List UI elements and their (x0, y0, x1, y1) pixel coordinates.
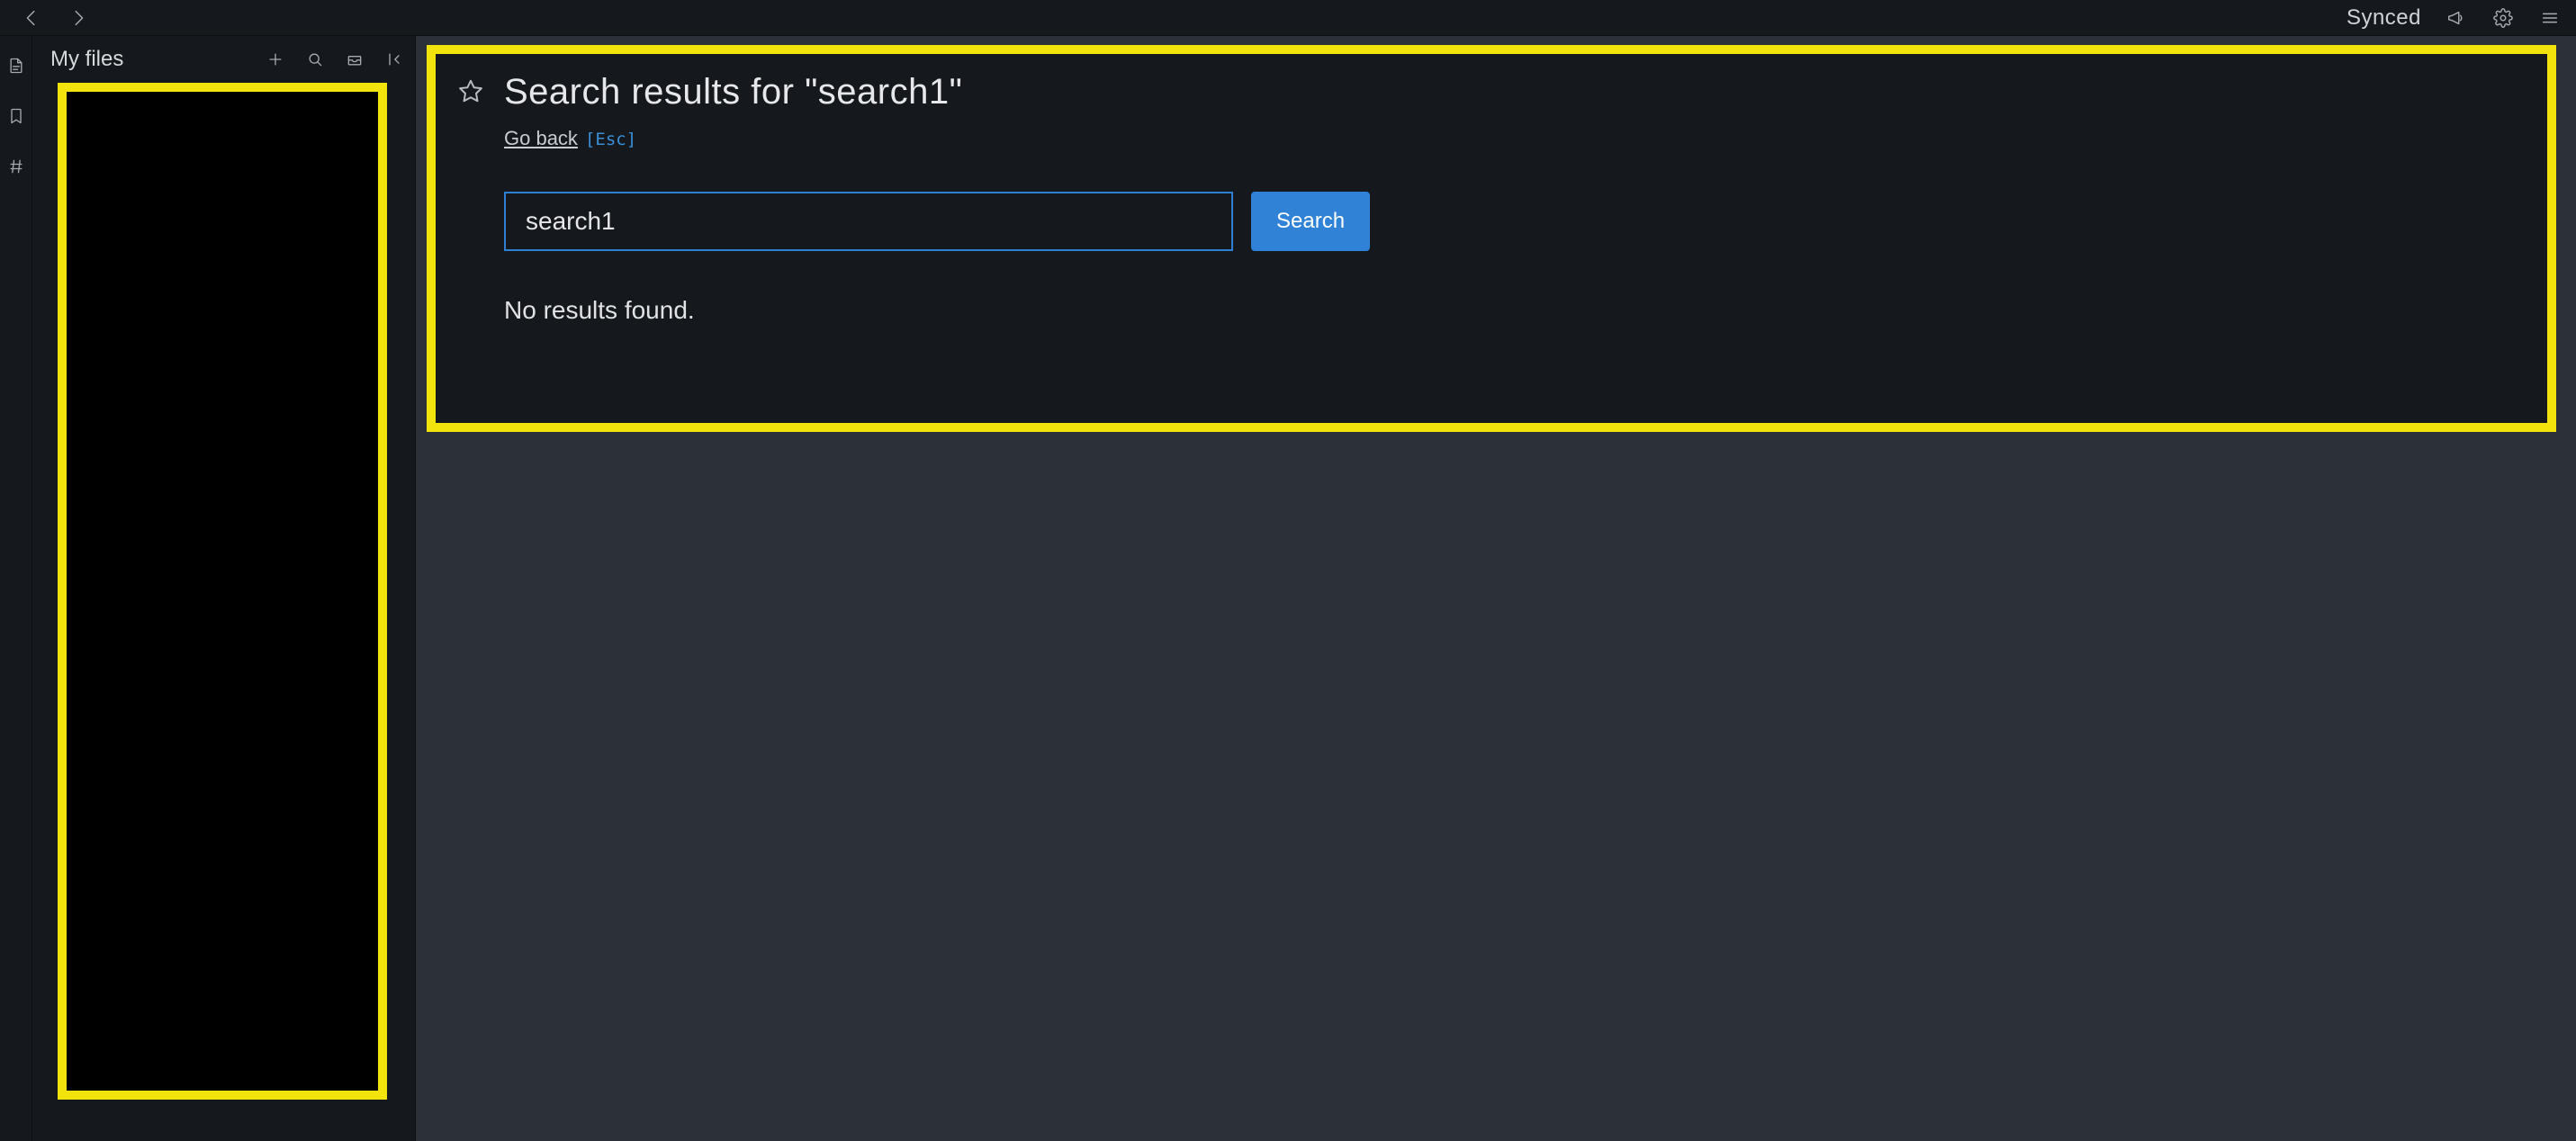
back-icon[interactable] (20, 6, 43, 30)
add-icon[interactable] (266, 49, 285, 69)
file-sidebar-actions (266, 49, 404, 69)
collapse-icon[interactable] (384, 49, 404, 69)
file-icon[interactable] (6, 56, 26, 76)
mini-icon-strip (0, 36, 32, 1141)
no-results-text: No results found. (504, 296, 2511, 325)
file-sidebar: My files (32, 36, 416, 1141)
topbar-nav-group (20, 6, 90, 30)
forward-icon[interactable] (67, 6, 90, 30)
search-results-title: Search results for "search1" (504, 72, 2511, 112)
file-sidebar-title: My files (50, 47, 123, 72)
search-input[interactable] (504, 192, 1233, 251)
search-form-row: Search (504, 192, 2511, 251)
file-tree-area (58, 83, 399, 1127)
content-spacer (427, 432, 2556, 1141)
topbar: Synced (0, 0, 2576, 36)
go-back-link[interactable]: Go back (504, 127, 578, 150)
file-sidebar-header: My files (32, 36, 415, 83)
bookmark-icon[interactable] (6, 106, 26, 126)
content-column: Search results for "search1" Go back [Es… (416, 36, 2576, 1141)
sync-status: Synced (2346, 5, 2421, 31)
search-results-panel: Search results for "search1" Go back [Es… (427, 45, 2556, 432)
go-back-row: Go back [Esc] (504, 127, 2511, 150)
hash-icon[interactable] (6, 157, 26, 176)
star-icon[interactable] (457, 77, 488, 396)
menu-icon[interactable] (2538, 6, 2562, 30)
search-results-body: Search results for "search1" Go back [Es… (504, 72, 2511, 396)
go-back-esc-hint: [Esc] (585, 130, 636, 149)
gear-icon[interactable] (2491, 6, 2515, 30)
highlight-box-sidebar (58, 83, 387, 1100)
topbar-right-group: Synced (2346, 5, 2562, 31)
search-button[interactable]: Search (1251, 192, 1370, 251)
search-icon[interactable] (305, 49, 325, 69)
megaphone-icon[interactable] (2445, 6, 2468, 30)
inbox-icon[interactable] (345, 49, 365, 69)
